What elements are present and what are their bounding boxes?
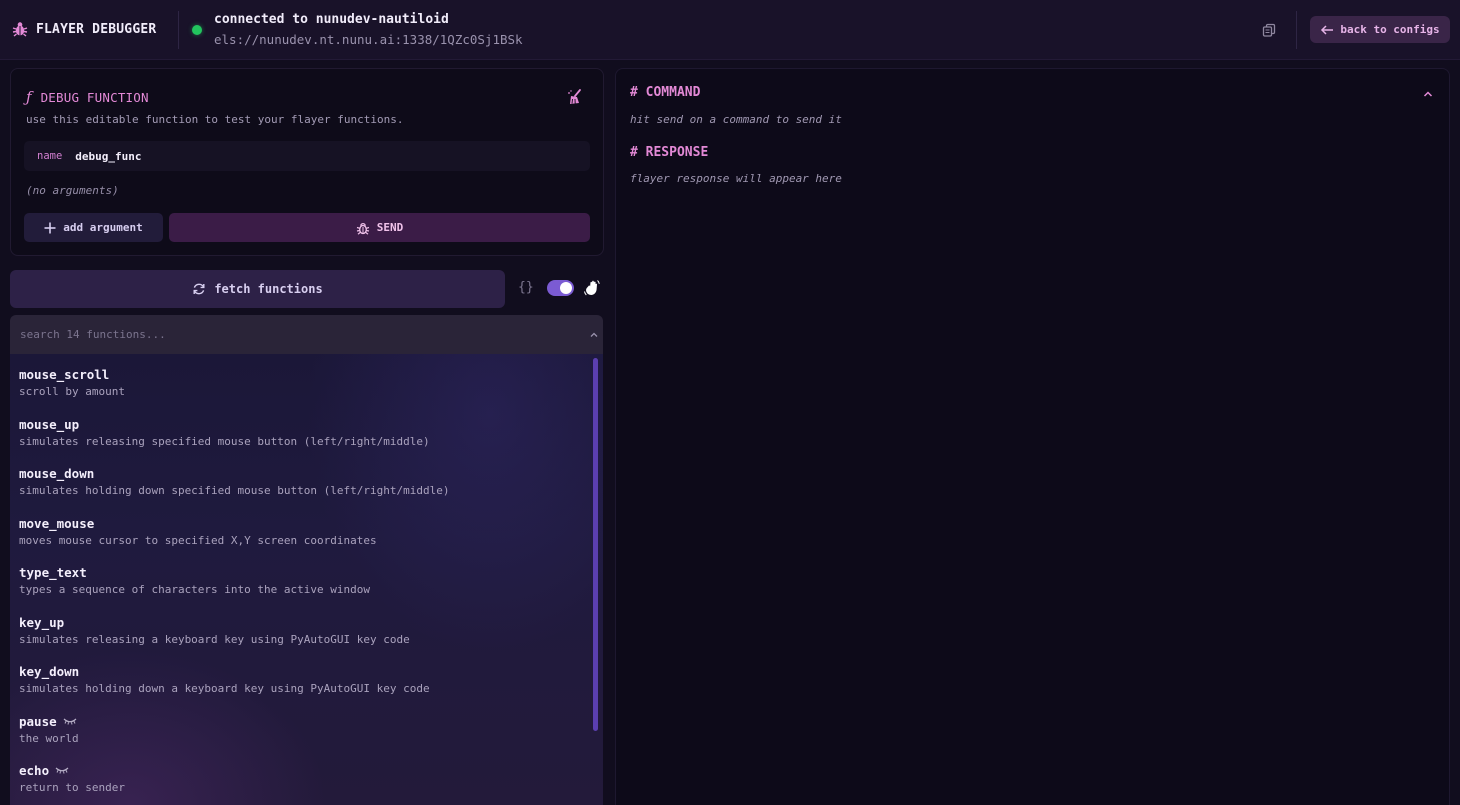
app-title: FLAYER DEBUGGER (36, 21, 157, 37)
response-hint: flayer response will appear here (630, 172, 842, 185)
list-item[interactable]: key_down simulates holding down a keyboa… (19, 663, 430, 696)
function-description: return to sender (19, 781, 125, 794)
function-description: simulates holding down a keyboard key us… (19, 682, 430, 695)
header-divider (178, 11, 179, 49)
function-description: simulates releasing specified mouse butt… (19, 435, 430, 448)
connection-status-dot (192, 25, 202, 35)
refresh-icon (192, 282, 206, 296)
function-description: scroll by amount (19, 385, 125, 398)
function-name: move_mouse (19, 515, 95, 531)
function-description: simulates holding down specified mouse b… (19, 484, 450, 497)
send-button[interactable]: SEND (169, 213, 590, 242)
list-item[interactable]: key_up simulates releasing a keyboard ke… (19, 614, 410, 647)
command-response-panel: # COMMAND hit send on a command to send … (615, 68, 1450, 805)
connection-url: els://nunudev.nt.nunu.ai:1338/1QZc0Sj1BS… (214, 32, 523, 47)
list-item[interactable]: mouse_down simulates holding down specif… (19, 465, 450, 498)
function-name: key_up (19, 614, 65, 630)
debug-function-header: ƒ DEBUG FUNCTION (26, 88, 149, 106)
response-title: # RESPONSE (630, 145, 709, 160)
json-view-label: {} (518, 280, 534, 295)
list-item[interactable]: move_mouse moves mouse cursor to specifi… (19, 515, 377, 548)
function-name-value[interactable]: debug_func (75, 150, 141, 163)
add-argument-button[interactable]: add argument (24, 213, 163, 242)
list-item[interactable]: mouse_scroll scroll by amount (19, 366, 125, 399)
json-view-toggle[interactable] (547, 280, 574, 296)
copy-icon[interactable] (1260, 21, 1278, 39)
function-name: type_text (19, 564, 87, 580)
back-button-label: back to configs (1340, 23, 1440, 36)
fetch-functions-button[interactable]: fetch functions (10, 270, 505, 308)
list-item[interactable]: mouse_up simulates releasing specified m… (19, 416, 430, 449)
list-item[interactable]: type_text types a sequence of characters… (19, 564, 370, 597)
function-name: key_down (19, 663, 80, 679)
plus-icon (44, 222, 56, 234)
function-name: pause (19, 713, 57, 729)
send-label: SEND (376, 221, 404, 234)
function-search-bar (10, 315, 603, 354)
function-description: types a sequence of characters into the … (19, 583, 370, 596)
command-hint: hit send on a command to send it (630, 113, 842, 126)
function-name: mouse_scroll (19, 366, 110, 382)
function-name-label: name (37, 150, 63, 162)
toggle-knob (560, 282, 572, 294)
function-list: mouse_scroll scroll by amount mouse_up s… (10, 354, 603, 805)
list-item[interactable]: echo return to sender (19, 762, 125, 795)
chevron-up-icon[interactable] (1422, 88, 1434, 100)
function-list-scrollbar[interactable] (593, 358, 598, 731)
closed-eye-icon (63, 717, 77, 725)
broom-icon[interactable] (566, 88, 584, 106)
top-bar: FLAYER DEBUGGER connected to nunudev-nau… (0, 0, 1460, 60)
command-title: # COMMAND (630, 85, 701, 100)
function-name: mouse_down (19, 465, 95, 481)
connection-status: connected to nunudev-nautiloid (214, 12, 449, 27)
function-description: the world (19, 732, 79, 745)
debug-function-description: use this editable function to test your … (26, 113, 404, 126)
debug-function-card: ƒ DEBUG FUNCTION use this editable funct… (10, 68, 604, 256)
function-name: echo (19, 762, 50, 778)
arrow-left-icon (1320, 24, 1334, 35)
fetch-functions-label: fetch functions (214, 282, 323, 296)
bug-icon (356, 221, 370, 235)
function-description: moves mouse cursor to specified X,Y scre… (19, 534, 377, 547)
debug-function-title: DEBUG FUNCTION (40, 89, 149, 105)
waving-hand-icon[interactable] (583, 279, 601, 297)
function-name: mouse_up (19, 416, 80, 432)
header-divider (1296, 11, 1297, 49)
bug-icon (12, 21, 28, 37)
function-description: simulates releasing a keyboard key using… (19, 633, 410, 646)
closed-eye-icon (55, 766, 69, 774)
function-name-field[interactable]: name debug_func (24, 141, 590, 171)
chevron-up-icon[interactable] (588, 329, 600, 341)
add-argument-label: add argument (63, 221, 143, 234)
no-arguments-text: (no arguments) (26, 184, 119, 197)
list-item[interactable]: pause the world (19, 713, 79, 746)
function-search-input[interactable] (20, 326, 560, 343)
function-icon: ƒ (26, 88, 32, 106)
back-to-configs-button[interactable]: back to configs (1310, 16, 1450, 43)
app-logo: FLAYER DEBUGGER (12, 21, 156, 37)
